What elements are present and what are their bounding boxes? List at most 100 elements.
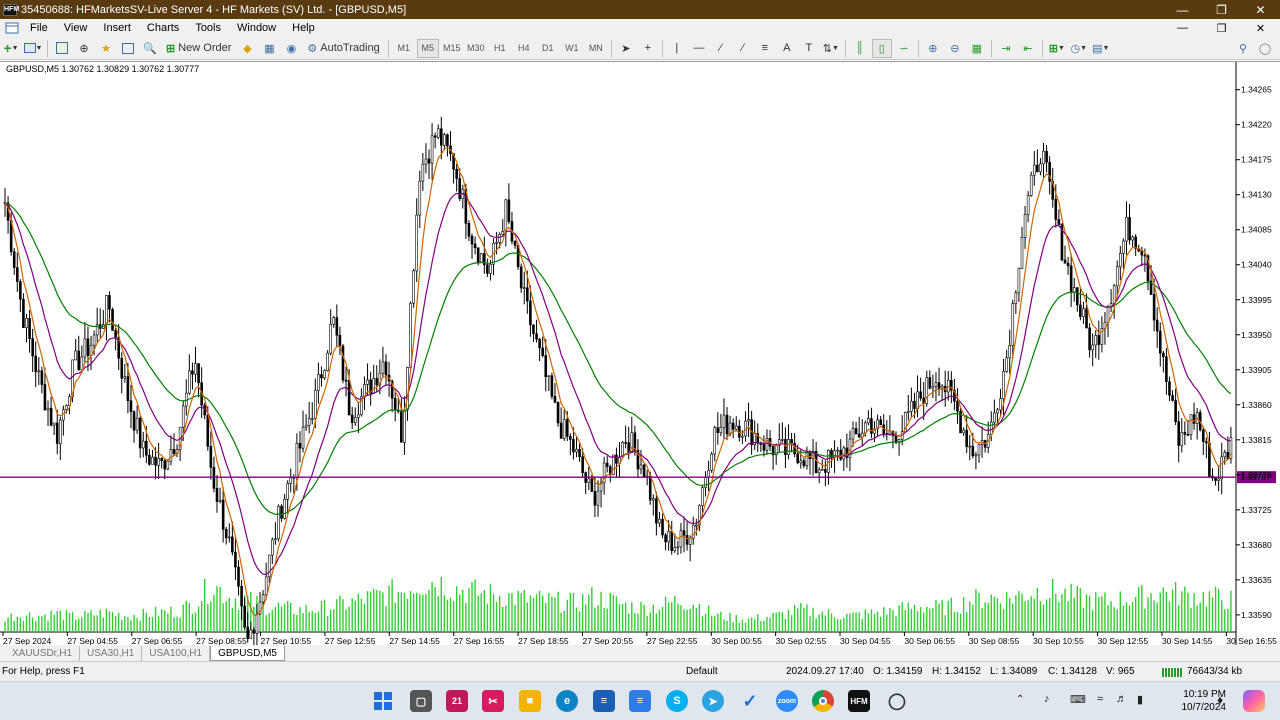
tab-gbpusd-m5[interactable]: GBPUSD,M5: [210, 645, 285, 661]
crosshair-tool-button[interactable]: +: [638, 39, 658, 58]
candle-body: [1115, 266, 1119, 287]
candle-body: [169, 449, 173, 462]
fibonacci-button[interactable]: ≡: [755, 39, 775, 58]
candle-body: [65, 405, 68, 410]
taskbar-todo[interactable]: ✓: [739, 690, 761, 712]
tab-usa100-h1[interactable]: USA100,H1: [142, 645, 211, 661]
copilot-icon[interactable]: [1243, 690, 1265, 712]
mdi-restore-button[interactable]: ❐: [1202, 19, 1241, 37]
metaeditor-button[interactable]: ◆: [237, 39, 257, 58]
taskbar-chrome[interactable]: [812, 690, 834, 712]
taskbar-calculator[interactable]: ≡: [593, 690, 615, 712]
price-tick-label: 1.33860: [1241, 400, 1272, 410]
chat-icon: ◯: [1258, 43, 1272, 55]
search-button[interactable]: ⚲: [1233, 39, 1253, 58]
terminal-button[interactable]: [118, 39, 138, 58]
market-watch-button[interactable]: [52, 39, 72, 58]
vertical-line-button[interactable]: |: [667, 39, 687, 58]
templates-button[interactable]: ▤ ▼: [1091, 39, 1111, 58]
signals-button[interactable]: ▦: [259, 39, 279, 58]
candle-body: [166, 460, 170, 470]
zoom-out-button[interactable]: ⊖: [945, 39, 965, 58]
menu-view[interactable]: View: [56, 22, 96, 34]
menu-file[interactable]: File: [22, 22, 56, 34]
data-window-button[interactable]: ⊕: [74, 39, 94, 58]
candle-body: [565, 419, 569, 437]
market-button[interactable]: ◉: [281, 39, 301, 58]
timeframe-m15[interactable]: M15: [441, 39, 463, 58]
timeframe-m5[interactable]: M5: [416, 38, 439, 58]
taskbar-explorer[interactable]: ■: [519, 690, 541, 712]
taskbar-skype[interactable]: S: [666, 690, 688, 712]
tab-usa30-h1[interactable]: USA30,H1: [80, 645, 143, 661]
volume-icon[interactable]: ♬: [1116, 693, 1127, 705]
start-button[interactable]: [372, 690, 394, 712]
menu-window[interactable]: Window: [229, 22, 284, 34]
restore-button[interactable]: ❐: [1202, 0, 1241, 19]
candle-body: [148, 454, 151, 465]
notification-bell-icon[interactable]: ♦: [1217, 693, 1223, 707]
bar-chart-button[interactable]: ║: [850, 39, 870, 58]
new-chart-button[interactable]: + ▼: [1, 39, 21, 58]
timeframe-m30[interactable]: M30: [465, 39, 487, 58]
line-chart-button[interactable]: ∽: [894, 39, 914, 58]
minimize-button[interactable]: —: [1163, 0, 1202, 19]
taskbar-hfm[interactable]: HFM: [848, 690, 870, 712]
chart-area[interactable]: 1.33767 1.34265 1.34220 1.34175 1.34130 1.340…: [0, 61, 1280, 646]
autotrading-button[interactable]: ⚙ AutoTrading: [303, 39, 383, 58]
channel-button[interactable]: ⁄: [733, 39, 753, 58]
profiles-button[interactable]: ▼: [23, 39, 43, 58]
tab-xauusdr-h1[interactable]: XAUUSDr,H1: [5, 645, 81, 661]
text-tool-button[interactable]: A: [777, 39, 797, 58]
navigator-button[interactable]: ★: [96, 39, 116, 58]
candle-body: [824, 469, 827, 473]
taskbar-metatrader[interactable]: ◯: [886, 690, 908, 712]
menu-insert[interactable]: Insert: [95, 22, 139, 34]
mdi-close-button[interactable]: ✕: [1241, 19, 1280, 37]
timeframe-mn[interactable]: MN: [585, 39, 607, 58]
candlestick-button[interactable]: ▯: [871, 38, 892, 58]
price-chart[interactable]: 1.337671.342651.342201.341751.341301.340…: [0, 62, 1280, 646]
candle-body: [267, 554, 271, 578]
text-label-button[interactable]: T: [799, 39, 819, 58]
tray-chevron-icon[interactable]: ⌃: [1016, 694, 1024, 705]
timeframe-h4[interactable]: H4: [513, 39, 535, 58]
horizontal-line-button[interactable]: —: [689, 39, 709, 58]
candle-body: [1076, 287, 1079, 306]
timeframe-h1[interactable]: H1: [489, 39, 511, 58]
menu-tools[interactable]: Tools: [187, 22, 229, 34]
chart-shift-button[interactable]: ⇤: [1018, 39, 1038, 58]
indicators-button[interactable]: ⊞ ▼: [1047, 39, 1067, 58]
microphone-icon[interactable]: ♪: [1044, 693, 1050, 705]
taskbar-notepad[interactable]: ≡: [629, 690, 651, 712]
timeframe-w1[interactable]: W1: [561, 39, 583, 58]
mdi-minimize-button[interactable]: —: [1163, 19, 1202, 37]
menu-charts[interactable]: Charts: [139, 22, 187, 34]
keyboard-icon[interactable]: ⌨: [1070, 693, 1086, 706]
taskbar-files[interactable]: ▢: [410, 690, 432, 712]
chat-button[interactable]: ◯: [1255, 39, 1275, 58]
menu-help[interactable]: Help: [284, 22, 323, 34]
autoscroll-button[interactable]: ⇥: [996, 39, 1016, 58]
tile-windows-button[interactable]: ▦: [967, 39, 987, 58]
taskbar-snip[interactable]: ✂: [482, 690, 504, 712]
battery-icon[interactable]: ▮: [1137, 693, 1143, 706]
timeframe-m1[interactable]: M1: [393, 39, 415, 58]
taskbar-telegram[interactable]: ➤: [702, 690, 724, 712]
taskbar-zoom[interactable]: zoom: [776, 690, 798, 712]
taskbar-calendar[interactable]: 21: [446, 690, 468, 712]
candle-body: [532, 324, 535, 334]
trendline-button[interactable]: ∕: [711, 39, 731, 58]
strategy-tester-button[interactable]: 🔍: [140, 39, 160, 58]
zoom-in-button[interactable]: ⊕: [923, 39, 943, 58]
timeframe-d1[interactable]: D1: [537, 39, 559, 58]
chart-window-icon[interactable]: [4, 21, 20, 35]
taskbar-edge[interactable]: e: [556, 690, 578, 712]
new-order-button[interactable]: ⊞ New Order: [162, 39, 235, 58]
wifi-icon[interactable]: ≈: [1097, 693, 1103, 705]
arrows-button[interactable]: ⇅ ▼: [821, 39, 841, 58]
periods-button[interactable]: ◷ ▼: [1069, 39, 1089, 58]
cursor-tool-button[interactable]: ➤: [616, 39, 636, 58]
close-button[interactable]: ✕: [1241, 0, 1280, 19]
candle-body: [999, 398, 1002, 411]
